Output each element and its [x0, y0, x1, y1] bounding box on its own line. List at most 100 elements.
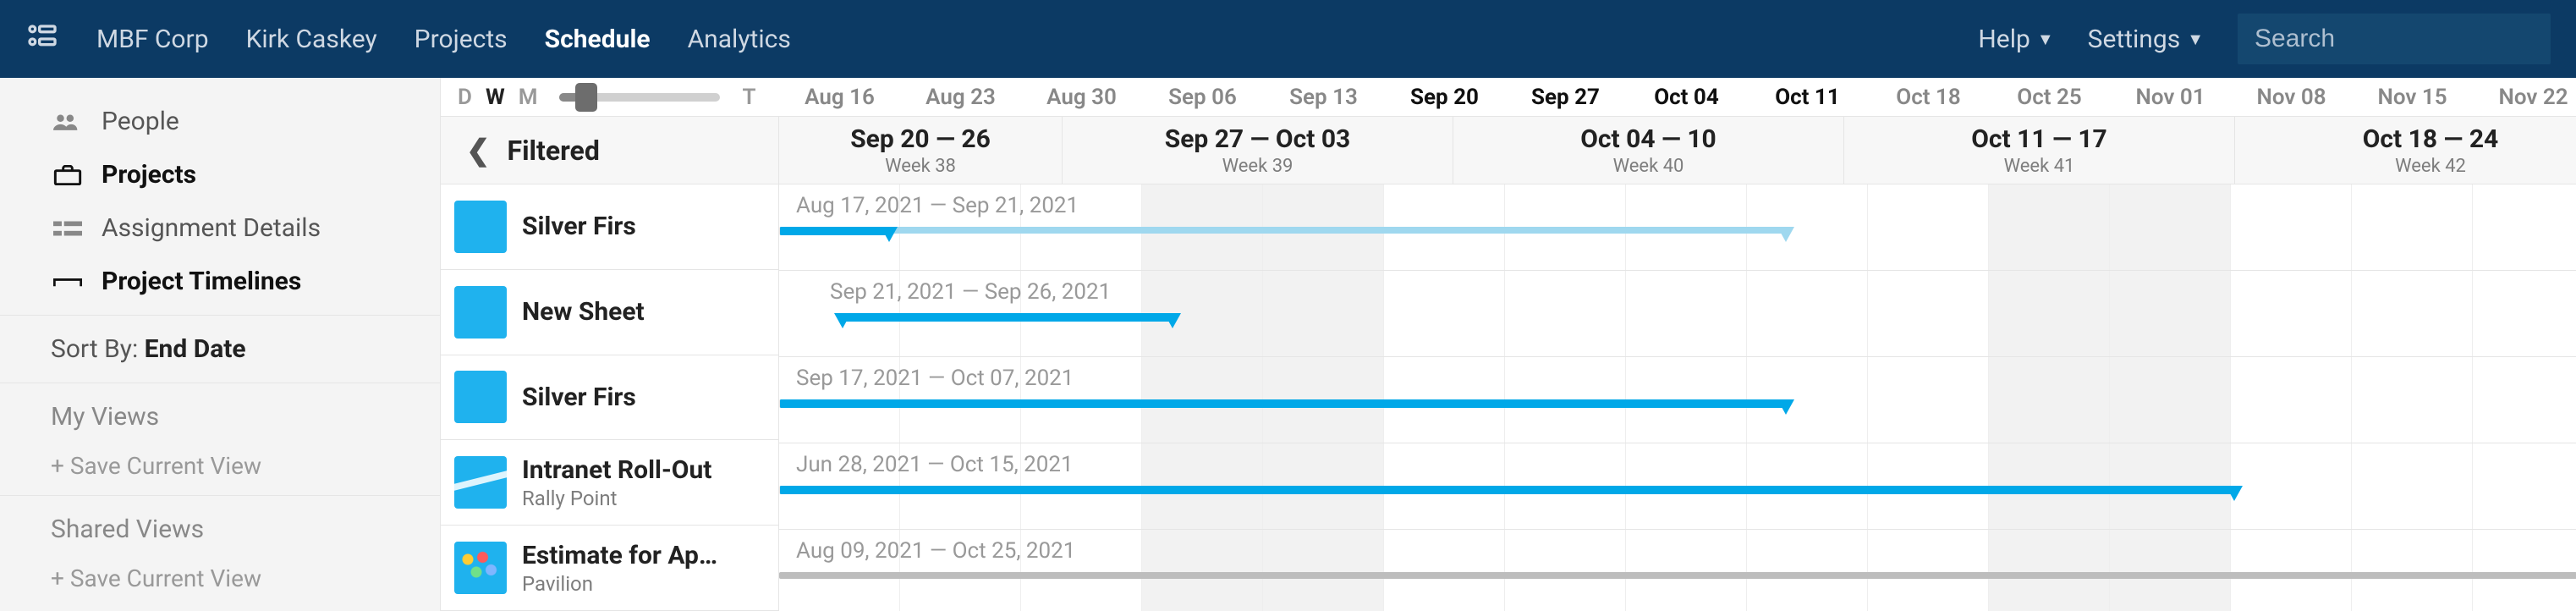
week-headers: Sep 20 — 26Week 38Sep 27 — Oct 03Week 39… [779, 117, 2576, 184]
filter-back[interactable]: ❮ Filtered [441, 117, 779, 184]
timeline-bar[interactable] [779, 399, 1786, 408]
week-range: Sep 27 — Oct 03 [1165, 124, 1351, 154]
sidebar-item-projects[interactable]: Projects [0, 148, 440, 201]
project-row[interactable]: New Sheet [441, 270, 778, 355]
zoom-slider[interactable] [559, 93, 720, 102]
week-header[interactable]: Sep 27 — Oct 03Week 39 [1063, 117, 1453, 184]
timeline-marker[interactable] [834, 313, 851, 328]
timeline-row[interactable]: Aug 09, 2021 — Oct 25, 2021 [779, 530, 2576, 611]
zoom-today[interactable]: T [742, 85, 755, 110]
date-col[interactable]: Sep 13 [1263, 85, 1384, 110]
sidebar-item-project-timelines[interactable]: Project Timelines [0, 255, 440, 308]
date-col[interactable]: Sep 27 [1505, 85, 1626, 110]
project-daterange: Aug 09, 2021 — Oct 25, 2021 [796, 538, 1075, 564]
timeline-bar[interactable] [779, 486, 2234, 494]
chevron-left-icon: ❮ [466, 134, 491, 168]
date-col[interactable]: Oct 18 [1868, 85, 1989, 110]
sidebar: People Projects Assignment Details Proje… [0, 78, 440, 611]
date-col[interactable]: Oct 04 [1626, 85, 1747, 110]
project-row[interactable]: Estimate for Ap…Pavilion [441, 526, 778, 611]
timeline-marker[interactable] [881, 227, 898, 242]
timeline-marker[interactable] [1164, 313, 1181, 328]
date-col[interactable]: Oct 11 [1747, 85, 1868, 110]
timeline-marker[interactable] [1777, 227, 1794, 242]
briefcase-icon [51, 165, 85, 185]
week-number: Week 38 [885, 156, 956, 177]
settings-label: Settings [2088, 25, 2181, 54]
save-current-view[interactable]: + Save Current View [0, 443, 440, 488]
zoom-day[interactable]: D [458, 85, 472, 110]
row-tracks[interactable]: Aug 17, 2021 — Sep 21, 2021 Sep 21, 2021 … [779, 184, 2576, 611]
date-col[interactable]: Sep 20 [1384, 85, 1505, 110]
nav-analytics[interactable]: Analytics [688, 25, 791, 54]
project-title: Silver Firs [522, 212, 636, 241]
date-col[interactable]: Nov 08 [2231, 85, 2352, 110]
nav-right: Help ▼ Settings ▼ [1978, 14, 2551, 64]
week-number: Week 39 [1222, 156, 1293, 177]
week-number: Week 40 [1613, 156, 1684, 177]
people-icon [51, 112, 85, 132]
date-col[interactable]: Nov 15 [2352, 85, 2473, 110]
body: People Projects Assignment Details Proje… [0, 78, 2576, 611]
nav-org[interactable]: MBF Corp [96, 25, 209, 54]
date-col[interactable]: Oct 25 [1989, 85, 2110, 110]
sidebar-item-label: Assignment Details [102, 213, 321, 243]
help-menu[interactable]: Help ▼ [1978, 25, 2053, 54]
timeline-bar[interactable] [779, 572, 2576, 579]
timeline-marker[interactable] [2226, 486, 2243, 501]
my-views-header: My Views [0, 390, 440, 443]
help-label: Help [1978, 25, 2029, 54]
date-col[interactable]: Aug 16 [779, 85, 900, 110]
project-row[interactable]: Silver Firs [441, 355, 778, 441]
week-header[interactable]: Oct 18 — 24Week 42 [2235, 117, 2576, 184]
project-thumbnail [454, 201, 507, 253]
project-row[interactable]: Silver Firs [441, 184, 778, 270]
week-header[interactable]: Sep 20 — 26Week 38 [779, 117, 1063, 184]
nav-projects[interactable]: Projects [415, 25, 508, 54]
slider-thumb[interactable] [575, 83, 597, 112]
timeline-row[interactable]: Sep 21, 2021 — Sep 26, 2021 [779, 271, 2576, 357]
date-col[interactable]: Nov 01 [2110, 85, 2231, 110]
project-daterange: Sep 17, 2021 — Oct 07, 2021 [796, 366, 1074, 391]
app-logo-icon[interactable] [25, 22, 59, 56]
sub-header: ❮ Filtered Sep 20 — 26Week 38Sep 27 — Oc… [441, 117, 2576, 184]
project-row[interactable]: Intranet Roll-OutRally Point [441, 440, 778, 526]
nav-user[interactable]: Kirk Caskey [246, 25, 377, 54]
date-col[interactable]: Aug 23 [900, 85, 1021, 110]
week-number: Week 41 [2004, 156, 2075, 177]
search-input[interactable] [2238, 14, 2551, 64]
timeline-row[interactable]: Sep 17, 2021 — Oct 07, 2021 [779, 357, 2576, 443]
date-col[interactable]: Nov 22 [2473, 85, 2576, 110]
zoom-week[interactable]: W [486, 85, 505, 110]
timeline-marker[interactable] [1777, 399, 1794, 415]
zoom-month[interactable]: M [519, 85, 538, 110]
project-thumbnail [454, 371, 507, 423]
project-daterange: Sep 21, 2021 — Sep 26, 2021 [830, 279, 1111, 305]
sidebar-item-label: People [102, 107, 179, 136]
sidebar-item-assignment-details[interactable]: Assignment Details [0, 201, 440, 255]
week-header[interactable]: Oct 11 — 17Week 41 [1844, 117, 2235, 184]
timeline-bar[interactable] [889, 227, 1786, 234]
week-range: Oct 11 — 17 [1971, 124, 2107, 154]
date-col[interactable]: Sep 06 [1142, 85, 1263, 110]
timeline-row[interactable]: Jun 28, 2021 — Oct 15, 2021 [779, 443, 2576, 530]
date-col[interactable]: Aug 30 [1021, 85, 1142, 110]
settings-menu[interactable]: Settings ▼ [2088, 25, 2204, 54]
timeline-bar[interactable] [838, 313, 1173, 322]
timeline-row[interactable]: Aug 17, 2021 — Sep 21, 2021 [779, 184, 2576, 271]
app-root: MBF Corp Kirk Caskey Projects Schedule A… [0, 0, 2576, 611]
save-current-view-shared[interactable]: + Save Current View [0, 556, 440, 601]
week-number: Week 42 [2395, 156, 2466, 177]
schedule-grid: Silver FirsNew SheetSilver FirsIntranet … [441, 184, 2576, 611]
project-thumbnail [454, 286, 507, 339]
sidebar-item-people[interactable]: People [0, 95, 440, 148]
timeline-bar[interactable] [779, 227, 889, 235]
sort-by-label: Sort By: [51, 334, 145, 364]
nav-schedule[interactable]: Schedule [545, 25, 651, 54]
sort-by[interactable]: Sort By: End Date [0, 322, 440, 376]
project-thumbnail [454, 456, 507, 509]
zoom-controls: D W M T [441, 85, 779, 110]
week-header[interactable]: Oct 04 — 10Week 40 [1453, 117, 1844, 184]
project-title: Intranet Roll-Out [522, 455, 711, 485]
sidebar-item-label: Projects [102, 160, 196, 190]
